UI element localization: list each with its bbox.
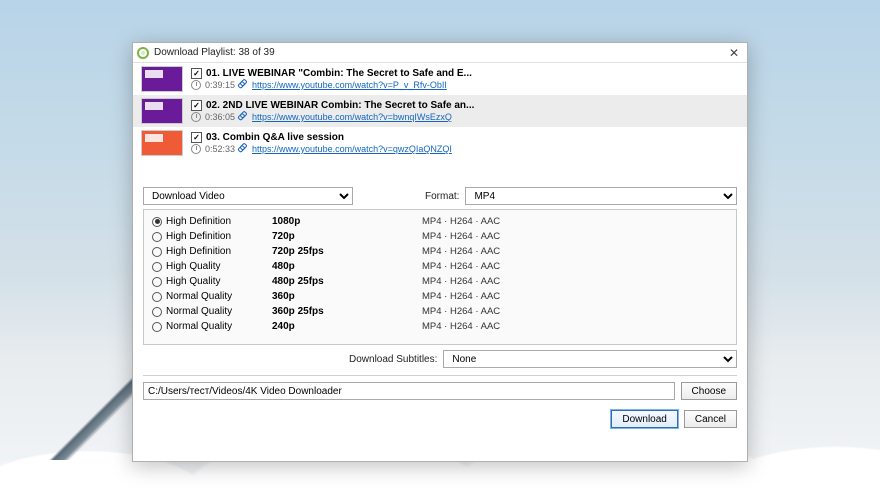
quality-resolution: 360p 25fps — [272, 306, 422, 317]
quality-resolution: 480p — [272, 261, 422, 272]
quality-tier: High Quality — [166, 276, 220, 287]
quality-resolution: 720p — [272, 231, 422, 242]
quality-list[interactable]: High Definition1080pMP4 · H264 · AACHigh… — [143, 209, 737, 345]
checkbox-icon[interactable]: ✓ — [191, 68, 202, 79]
quality-tier: Normal Quality — [166, 321, 232, 332]
dialog-footer: Download Cancel — [133, 404, 747, 436]
quality-codec: MP4 · H264 · AAC — [422, 306, 500, 317]
radio-icon[interactable] — [152, 232, 162, 242]
playlist-item[interactable]: ✓ 01. LIVE WEBINAR "Combin: The Secret to… — [133, 63, 747, 95]
quality-tier: High Definition — [166, 246, 231, 257]
controls-panel: Download Video Format: MP4 High Definiti… — [133, 181, 747, 404]
quality-resolution: 360p — [272, 291, 422, 302]
video-title: 03. Combin Q&A live session — [206, 132, 344, 143]
radio-icon[interactable] — [152, 247, 162, 257]
quality-resolution: 240p — [272, 321, 422, 332]
titlebar: Download Playlist: 38 of 39 ✕ — [133, 43, 747, 63]
playlist-list[interactable]: ✓ 01. LIVE WEBINAR "Combin: The Secret to… — [133, 63, 747, 181]
video-duration: 0:36:05 — [205, 112, 235, 122]
quality-codec: MP4 · H264 · AAC — [422, 276, 500, 287]
quality-tier: Normal Quality — [166, 306, 232, 317]
link-icon — [237, 79, 250, 92]
quality-tier: High Definition — [166, 216, 231, 227]
video-title: 01. LIVE WEBINAR "Combin: The Secret to … — [206, 68, 472, 79]
quality-codec: MP4 · H264 · AAC — [422, 216, 500, 227]
playlist-item[interactable]: ✓ 02. 2ND LIVE WEBINAR Combin: The Secret… — [133, 95, 747, 127]
quality-option[interactable]: High Definition 720p 25fpsMP4 · H264 · AA… — [152, 244, 728, 259]
cancel-button[interactable]: Cancel — [684, 410, 737, 428]
video-thumbnail — [141, 98, 183, 124]
video-duration: 0:52:33 — [205, 144, 235, 154]
quality-tier: High Quality — [166, 261, 220, 272]
quality-option[interactable]: High Quality 480pMP4 · H264 · AAC — [152, 259, 728, 274]
checkbox-icon[interactable]: ✓ — [191, 100, 202, 111]
quality-option[interactable]: High Definition 720pMP4 · H264 · AAC — [152, 229, 728, 244]
clock-icon — [191, 144, 201, 154]
radio-icon[interactable] — [152, 292, 162, 302]
radio-icon[interactable] — [152, 217, 162, 227]
quality-resolution: 1080p — [272, 216, 422, 227]
quality-resolution: 720p 25fps — [272, 246, 422, 257]
radio-icon[interactable] — [152, 262, 162, 272]
quality-option[interactable]: Normal Quality 360p 25fpsMP4 · H264 · AAC — [152, 304, 728, 319]
quality-codec: MP4 · H264 · AAC — [422, 231, 500, 242]
app-icon — [137, 47, 149, 59]
quality-tier: Normal Quality — [166, 291, 232, 302]
clock-icon — [191, 80, 201, 90]
quality-option[interactable]: High Definition 1080pMP4 · H264 · AAC — [152, 214, 728, 229]
choose-button[interactable]: Choose — [681, 382, 737, 400]
quality-codec: MP4 · H264 · AAC — [422, 261, 500, 272]
quality-tier: High Definition — [166, 231, 231, 242]
link-icon — [237, 111, 250, 124]
subtitles-select[interactable]: None — [443, 350, 737, 368]
clock-icon — [191, 112, 201, 122]
video-url[interactable]: https://www.youtube.com/watch?v=P_v_Rfv-… — [252, 80, 447, 90]
quality-codec: MP4 · H264 · AAC — [422, 246, 500, 257]
format-select[interactable]: MP4 — [465, 187, 737, 205]
quality-resolution: 480p 25fps — [272, 276, 422, 287]
radio-icon[interactable] — [152, 307, 162, 317]
format-label: Format: — [425, 191, 459, 202]
link-icon — [237, 143, 250, 156]
checkbox-icon[interactable]: ✓ — [191, 132, 202, 143]
video-url[interactable]: https://www.youtube.com/watch?v=qwzQIaQN… — [252, 144, 452, 154]
window-title: Download Playlist: 38 of 39 — [154, 47, 725, 58]
radio-icon[interactable] — [152, 277, 162, 287]
quality-option[interactable]: High Quality 480p 25fpsMP4 · H264 · AAC — [152, 274, 728, 289]
subtitles-label: Download Subtitles: — [349, 354, 437, 365]
divider — [143, 375, 737, 376]
quality-codec: MP4 · H264 · AAC — [422, 291, 500, 302]
video-title: 02. 2ND LIVE WEBINAR Combin: The Secret … — [206, 100, 474, 111]
video-thumbnail — [141, 66, 183, 92]
video-duration: 0:39:15 — [205, 80, 235, 90]
close-icon[interactable]: ✕ — [725, 46, 743, 60]
quality-option[interactable]: Normal Quality 240pMP4 · H264 · AAC — [152, 319, 728, 334]
video-url[interactable]: https://www.youtube.com/watch?v=bwnqIWsE… — [252, 112, 452, 122]
quality-option[interactable]: Normal Quality 360pMP4 · H264 · AAC — [152, 289, 728, 304]
download-playlist-dialog: Download Playlist: 38 of 39 ✕ ✓ 01. LIVE … — [132, 42, 748, 462]
download-button[interactable]: Download — [611, 410, 677, 428]
save-path-input[interactable] — [143, 382, 675, 400]
playlist-item[interactable]: ✓ 03. Combin Q&A live session0:52:33 https… — [133, 127, 747, 159]
action-select[interactable]: Download Video — [143, 187, 353, 205]
video-thumbnail — [141, 130, 183, 156]
quality-codec: MP4 · H264 · AAC — [422, 321, 500, 332]
radio-icon[interactable] — [152, 322, 162, 332]
